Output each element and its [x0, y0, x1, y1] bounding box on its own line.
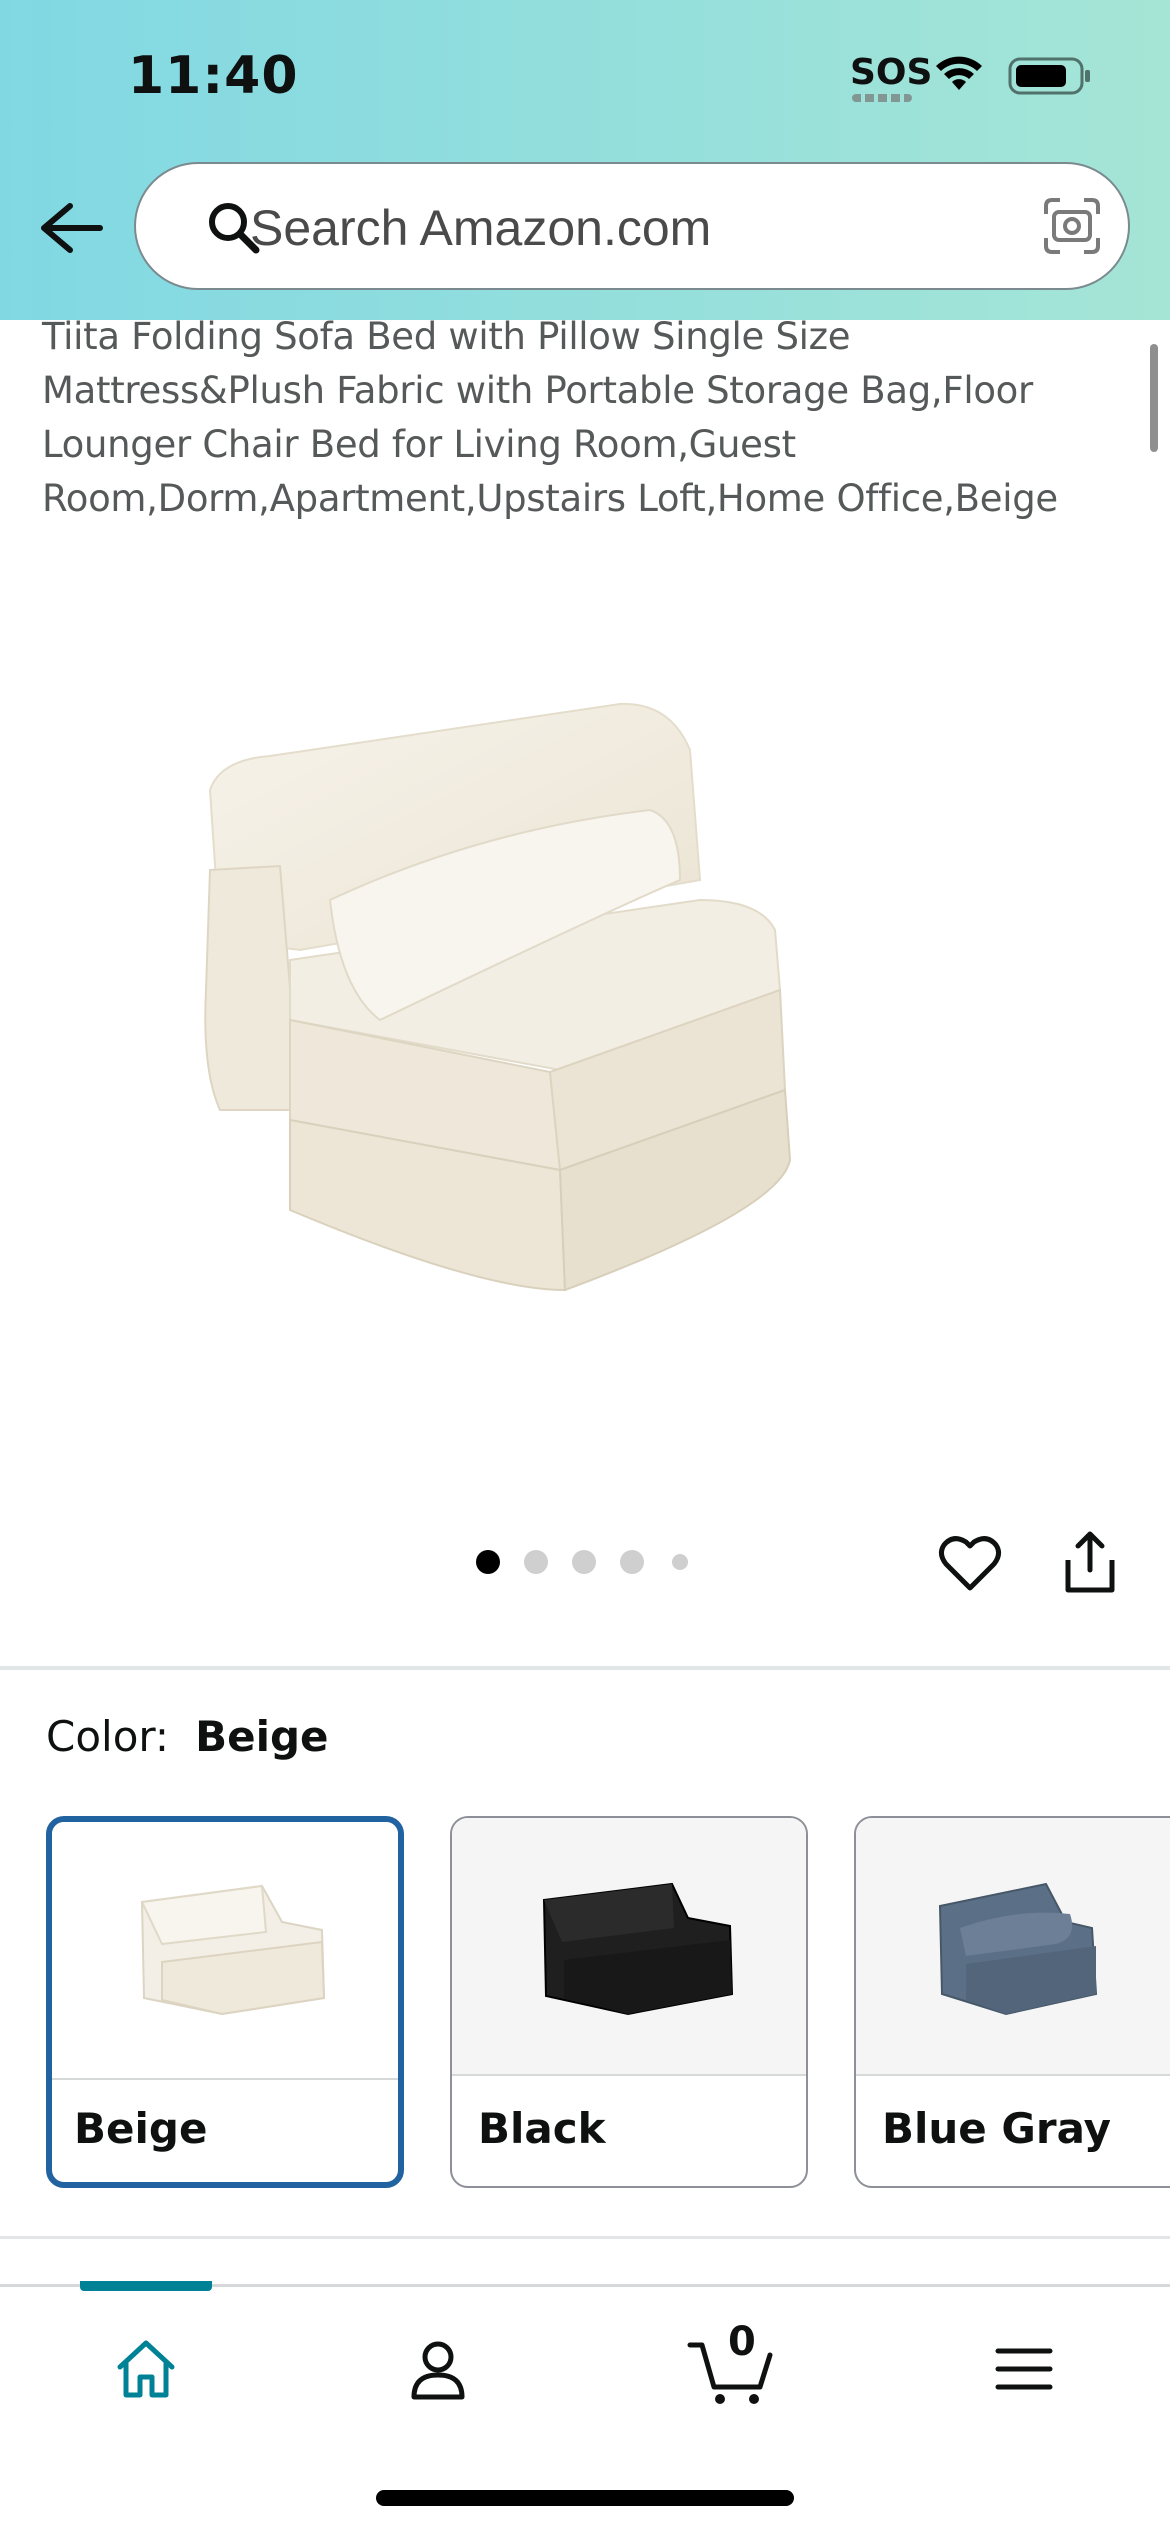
- pagination-dot[interactable]: [620, 1550, 644, 1574]
- color-option-beige[interactable]: Beige: [46, 1816, 404, 2188]
- swatch-label-beige: Beige: [74, 2104, 208, 2153]
- product-image[interactable]: [180, 690, 980, 1310]
- swatch-separator: [452, 2074, 806, 2076]
- home-indicator[interactable]: [376, 2490, 794, 2506]
- signal-dots: [852, 94, 912, 102]
- section-divider: [0, 1666, 1170, 1670]
- selected-color-value: Beige: [195, 1712, 329, 1761]
- wifi-icon: [936, 56, 982, 90]
- camera-lens-icon[interactable]: [1042, 196, 1102, 256]
- heart-icon[interactable]: [938, 1534, 1002, 1594]
- account-icon[interactable]: [406, 2337, 470, 2401]
- swatch-label-blue-gray: Blue Gray: [882, 2104, 1112, 2153]
- swatch-image-blue-gray: [856, 1818, 1170, 2074]
- status-time: 11:40: [128, 46, 299, 106]
- app-header: 11:40 SOS: [0, 0, 1170, 320]
- pagination-dot[interactable]: [524, 1550, 548, 1574]
- cart-icon[interactable]: [686, 2337, 776, 2407]
- active-tab-indicator: [80, 2281, 212, 2291]
- menu-icon[interactable]: [994, 2337, 1054, 2401]
- search-input[interactable]: [248, 184, 1012, 272]
- scrollbar[interactable]: [1150, 344, 1158, 452]
- pagination-dot[interactable]: [672, 1554, 688, 1570]
- swatch-image-beige: [52, 1822, 398, 2078]
- home-icon[interactable]: [114, 2337, 178, 2401]
- product-title: Tiita Folding Sofa Bed with Pillow Singl…: [42, 315, 1058, 520]
- image-pagination[interactable]: [476, 1550, 696, 1574]
- color-option-blue-gray[interactable]: Blue Gray: [854, 1816, 1170, 2188]
- section-divider: [0, 2236, 1170, 2239]
- sos-indicator: SOS: [850, 52, 933, 93]
- back-arrow-icon[interactable]: [30, 198, 108, 258]
- search-bar[interactable]: [134, 162, 1130, 290]
- swatch-image-black: [452, 1818, 806, 2074]
- battery-icon: [1008, 57, 1090, 95]
- color-label: Color:: [46, 1712, 170, 1761]
- swatch-label-black: Black: [478, 2104, 606, 2153]
- color-option-black[interactable]: Black: [450, 1816, 808, 2188]
- pagination-dot-active[interactable]: [476, 1550, 500, 1574]
- swatch-separator: [52, 2078, 398, 2080]
- color-selection-header: Color: Beige: [46, 1712, 329, 1761]
- share-icon[interactable]: [1062, 1530, 1118, 1596]
- pagination-dot[interactable]: [572, 1550, 596, 1574]
- swatch-separator: [856, 2074, 1170, 2076]
